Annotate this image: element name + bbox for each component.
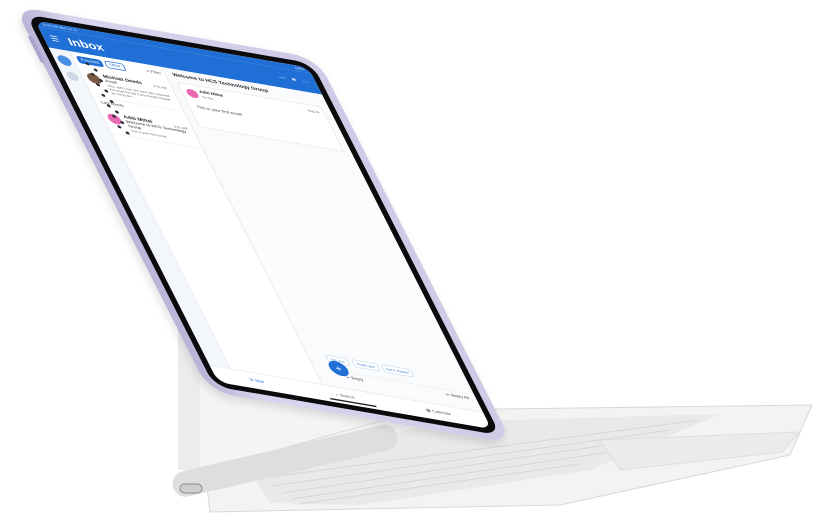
- reply-label: Reply: [350, 376, 365, 383]
- nav-calendar[interactable]: ▦ Calendar: [425, 408, 452, 417]
- email-date: Aug 23: [306, 108, 321, 115]
- reply-all-button[interactable]: ⇐ Reply All: [445, 392, 471, 401]
- speaker-dot: [106, 104, 112, 108]
- speaker-dot: [90, 72, 96, 77]
- speaker-dot: [98, 78, 104, 83]
- account-avatar-secondary[interactable]: [64, 70, 81, 82]
- nav-calendar-label: Calendar: [431, 409, 453, 417]
- more-icon[interactable]: ⋯: [301, 79, 311, 85]
- reply-all-label: Reply All: [450, 393, 471, 401]
- speaker-dot: [93, 68, 99, 72]
- filter-button[interactable]: ≡ Filter: [146, 69, 163, 76]
- account-avatar[interactable]: [55, 54, 74, 67]
- speaker-dot: [100, 93, 107, 98]
- select-icon[interactable]: —: [278, 75, 288, 82]
- nav-mail-label: Mail: [254, 378, 266, 385]
- speaker-dot: [116, 125, 122, 129]
- speaker-dot: [124, 131, 131, 135]
- speaker-dot: [84, 62, 91, 66]
- ipad-body: 10:42 AM Wed Jul 21 100% ☰ Inbox — ⚑ ⋯ F…: [14, 6, 513, 444]
- suggested-reply-chip[interactable]: Thank you!: [350, 358, 381, 372]
- suggested-reply-chip[interactable]: Got it, thanks!: [380, 364, 415, 378]
- hamburger-menu-icon[interactable]: ☰: [49, 34, 62, 44]
- speaker-dot: [103, 89, 109, 93]
- speaker-dot: [95, 83, 101, 87]
- header-actions: — ⚑ ⋯: [278, 75, 311, 86]
- flag-icon[interactable]: ⚑: [290, 77, 299, 83]
- speaker-dot: [114, 110, 120, 114]
- speaker-dot: [111, 114, 117, 119]
- speaker-dot: [119, 120, 125, 125]
- plus-icon: +: [332, 362, 345, 375]
- filter-label: Filter: [149, 69, 163, 77]
- nav-mail[interactable]: ✉ Mail: [249, 378, 266, 385]
- speaker-dot: [109, 99, 115, 104]
- product-scene: 10:42 AM Wed Jul 21 100% ☰ Inbox — ⚑ ⋯ F…: [0, 0, 817, 521]
- ipad: 10:42 AM Wed Jul 21 100% ☰ Inbox — ⚑ ⋯ F…: [0, 0, 817, 521]
- email-body: This is your first email.: [195, 105, 245, 118]
